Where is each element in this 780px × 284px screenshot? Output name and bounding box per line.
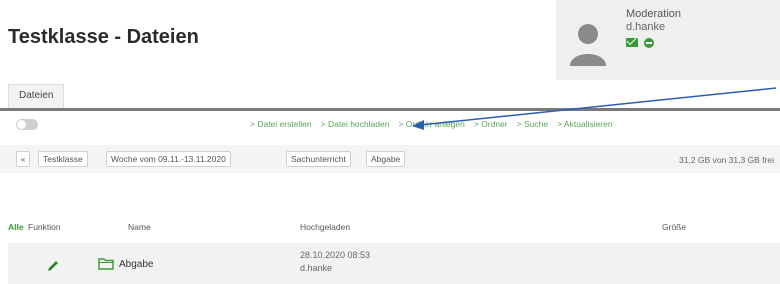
storage-info: 31,2 GB von 31,3 GB frei — [679, 155, 774, 165]
action-links: > Datei erstellen > Datei hochladen > Or… — [250, 119, 613, 129]
mail-icon[interactable] — [626, 38, 638, 47]
create-file-link[interactable]: > Datei erstellen — [250, 119, 312, 129]
breadcrumb-item[interactable]: Sachunterricht — [286, 151, 351, 167]
page-title: Testklasse - Dateien — [8, 26, 199, 48]
upload-file-link[interactable]: > Datei hochladen — [321, 119, 390, 129]
create-folder-link[interactable]: > Ordner anlegen — [398, 119, 464, 129]
column-header-name[interactable]: Name — [128, 222, 151, 232]
moderation-user[interactable]: d.hanke — [626, 21, 665, 33]
search-link[interactable]: > Suche — [517, 119, 548, 129]
refresh-link[interactable]: > Aktualisieren — [557, 119, 613, 129]
moderation-panel: Moderation d.hanke — [556, 0, 780, 80]
uploaded-date: 28.10.2020 08:53 — [300, 250, 371, 260]
view-toggle[interactable] — [16, 119, 38, 130]
moderation-title: Moderation — [626, 8, 682, 20]
tab-bar: Dateien — [0, 84, 780, 111]
folder-icon — [98, 258, 114, 270]
tab-dateien[interactable]: Dateien — [8, 84, 65, 108]
toolbar: > Datei erstellen > Datei hochladen > Or… — [0, 112, 780, 138]
breadcrumb-item[interactable]: Testklasse — [38, 151, 88, 167]
user-avatar-icon — [570, 24, 606, 66]
column-header-function: Funktion — [28, 222, 61, 232]
select-all-link[interactable]: Alle — [8, 222, 24, 232]
breadcrumb-item[interactable]: Abgabe — [366, 151, 406, 167]
breadcrumb: « Testklasse Woche vom 09.11.-13.11.2020… — [0, 145, 780, 173]
remove-icon[interactable] — [644, 38, 654, 48]
breadcrumb-item[interactable]: Woche vom 09.11.-13.11.2020 — [106, 151, 231, 167]
uploaded-user: d.hanke — [300, 263, 333, 273]
column-header-size[interactable]: Größe — [662, 222, 686, 232]
edit-icon[interactable] — [46, 259, 60, 273]
collapse-button[interactable]: « — [16, 151, 30, 167]
table-row[interactable]: Abgabe 28.10.2020 08:53 d.hanke — [8, 243, 780, 284]
folder-link[interactable]: > Ordner — [474, 119, 508, 129]
column-header-uploaded[interactable]: Hochgeladen — [300, 222, 350, 232]
file-name[interactable]: Abgabe — [119, 259, 153, 270]
